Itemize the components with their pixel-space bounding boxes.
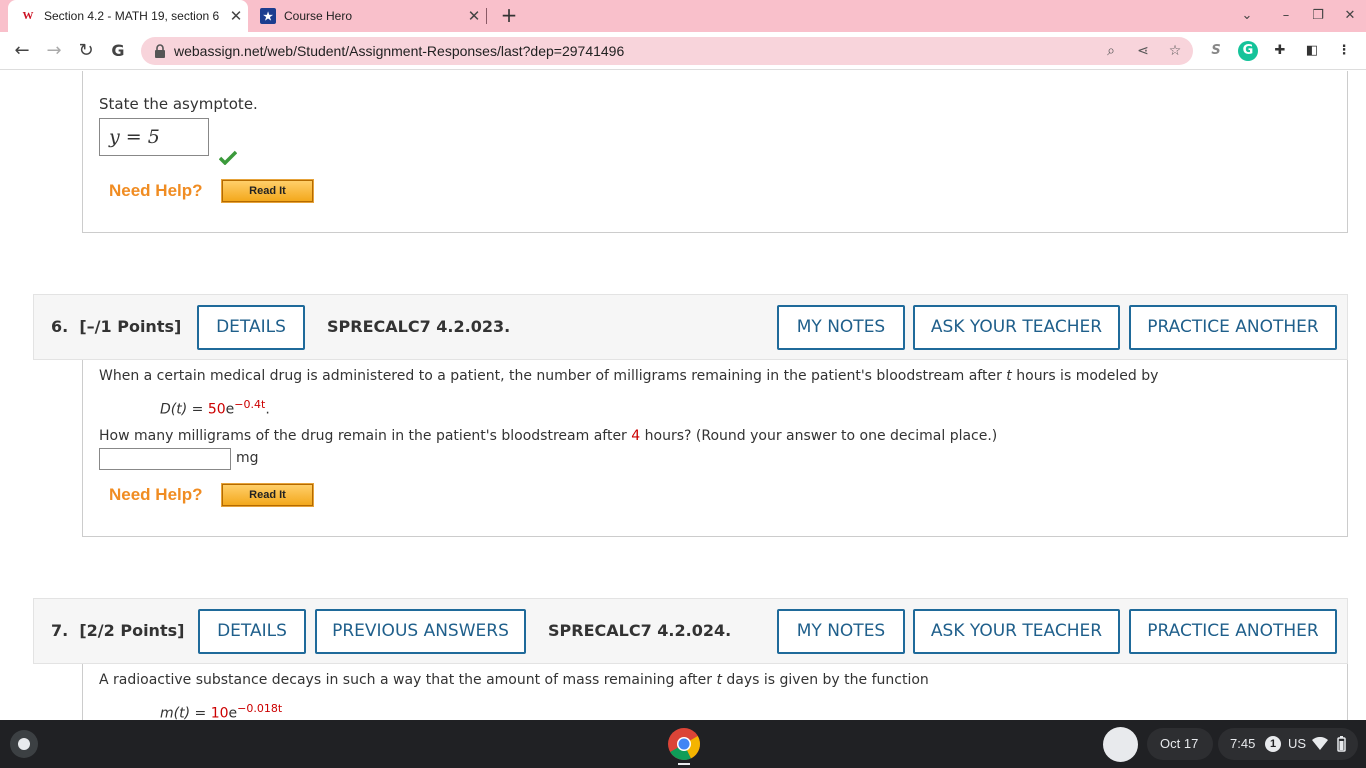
bookmark-star-icon[interactable]: ☆ — [1165, 41, 1185, 61]
browser-tab-strip: W Section 4.2 - MATH 19, section 6 ✕ ★ C… — [0, 0, 1366, 32]
reload-icon[interactable]: ↻ — [74, 39, 98, 63]
need-help-label: Need Help? — [109, 181, 203, 200]
date-pill[interactable]: Oct 17 — [1147, 728, 1213, 760]
mg-answer-input[interactable] — [99, 448, 231, 470]
tab-webassign[interactable]: W Section 4.2 - MATH 19, section 6 ✕ — [8, 0, 248, 32]
lock-icon — [155, 44, 165, 58]
question-6-header: 6. [–/1 Points] DETAILS SPRECALC7 4.2.02… — [33, 294, 1348, 360]
question-7-prompt: A radioactive substance decays in such a… — [99, 672, 929, 688]
question-6-prompt: When a certain medical drug is administe… — [99, 368, 1159, 384]
question-6-number: 6. [–/1 Points] — [51, 317, 182, 336]
variable-t: t — [1006, 368, 1012, 384]
forward-arrow-icon[interactable]: → — [42, 39, 66, 63]
need-help-label: Need Help? — [109, 485, 203, 504]
hours-value: 4 — [631, 428, 641, 444]
details-button[interactable]: DETAILS — [197, 305, 305, 350]
wifi-icon — [1312, 737, 1328, 750]
launcher-icon — [18, 738, 30, 750]
ask-your-teacher-button[interactable]: ASK YOUR TEACHER — [913, 305, 1120, 350]
question-7-points: [2/2 Points] — [79, 621, 185, 640]
time-text: 7:45 — [1230, 736, 1256, 751]
minimize-icon[interactable]: – — [1276, 6, 1296, 26]
new-tab-button[interactable]: + — [497, 4, 521, 28]
previous-answers-button[interactable]: PREVIOUS ANSWERS — [315, 609, 526, 654]
question-6-panel — [82, 360, 1348, 537]
close-window-icon[interactable]: ✕ — [1340, 6, 1360, 26]
tab-close-icon[interactable]: ✕ — [224, 7, 248, 25]
google-icon[interactable]: G — [106, 39, 130, 63]
question-6-code: SPRECALC7 4.2.023. — [327, 317, 511, 336]
launcher-button[interactable] — [10, 730, 38, 758]
unit-label: mg — [236, 450, 259, 466]
asymptote-label: State the asymptote. — [99, 95, 258, 113]
question-7-header: 7. [2/2 Points] DETAILS PREVIOUS ANSWERS… — [33, 598, 1348, 664]
question-7-formula: m(t) = 10e−0.018t — [160, 702, 283, 720]
question-6-points: [–/1 Points] — [79, 317, 182, 336]
address-bar[interactable]: webassign.net/web/Student/Assignment-Res… — [141, 37, 1193, 65]
share-icon[interactable]: ⋖ — [1133, 41, 1153, 61]
tab-coursehero[interactable]: ★ Course Hero ✕ — [250, 0, 486, 32]
tab-title: Section 4.2 - MATH 19, section 6 — [44, 9, 220, 23]
extension-s-icon[interactable]: S — [1206, 41, 1226, 61]
zoom-icon[interactable]: ⌕ — [1101, 41, 1121, 61]
os-shelf: Oct 17 7:45 1 US — [0, 720, 1366, 768]
status-tray[interactable]: 7:45 1 US — [1218, 728, 1358, 760]
page-content: State the asymptote. y = 5 Need Help? Re… — [0, 71, 1366, 720]
question-6-question: How many milligrams of the drug remain i… — [99, 428, 998, 444]
avatar[interactable] — [1103, 727, 1138, 762]
date-text: Oct 17 — [1160, 736, 1199, 751]
practice-another-button[interactable]: PRACTICE ANOTHER — [1129, 609, 1337, 654]
browser-toolbar: ← → ↻ G webassign.net/web/Student/Assign… — [0, 32, 1366, 70]
webassign-favicon-icon: W — [22, 10, 34, 22]
prev-question-panel — [82, 71, 1348, 233]
running-indicator — [678, 763, 690, 765]
question-6-formula: D(t) = 50e−0.4t. — [160, 398, 270, 418]
grammarly-icon[interactable]: G — [1238, 41, 1258, 61]
coursehero-favicon-icon: ★ — [260, 8, 276, 24]
read-it-button[interactable]: Read It — [221, 179, 314, 203]
question-7-code: SPRECALC7 4.2.024. — [548, 621, 732, 640]
correct-checkmark-icon — [219, 150, 237, 165]
url-text: webassign.net/web/Student/Assignment-Res… — [174, 43, 625, 59]
menu-kebab-icon[interactable]: ⋮ — [1334, 41, 1354, 61]
extensions-puzzle-icon[interactable]: ✚ — [1270, 41, 1290, 61]
asymptote-answer-value: y = 5 — [109, 126, 160, 148]
locale-text: US — [1288, 736, 1307, 751]
my-notes-button[interactable]: MY NOTES — [777, 305, 905, 350]
notification-badge: 1 — [1265, 736, 1281, 752]
asymptote-answer-field[interactable]: y = 5 — [99, 118, 209, 156]
my-notes-button[interactable]: MY NOTES — [777, 609, 905, 654]
tab-close-icon[interactable]: ✕ — [462, 7, 486, 25]
side-panel-icon[interactable]: ◧ — [1302, 41, 1322, 61]
chrome-app-icon[interactable] — [667, 727, 701, 761]
details-button[interactable]: DETAILS — [198, 609, 306, 654]
practice-another-button[interactable]: PRACTICE ANOTHER — [1129, 305, 1337, 350]
restore-icon[interactable]: ❐ — [1308, 6, 1328, 26]
tab-title: Course Hero — [284, 9, 353, 23]
tab-divider — [486, 8, 487, 24]
question-7-number: 7. [2/2 Points] — [51, 621, 185, 640]
tab-search-icon[interactable]: ⌄ — [1237, 6, 1257, 26]
battery-icon — [1337, 736, 1346, 752]
back-arrow-icon[interactable]: ← — [10, 39, 34, 63]
read-it-button[interactable]: Read It — [221, 483, 314, 507]
ask-your-teacher-button[interactable]: ASK YOUR TEACHER — [913, 609, 1120, 654]
variable-t: t — [716, 672, 722, 688]
